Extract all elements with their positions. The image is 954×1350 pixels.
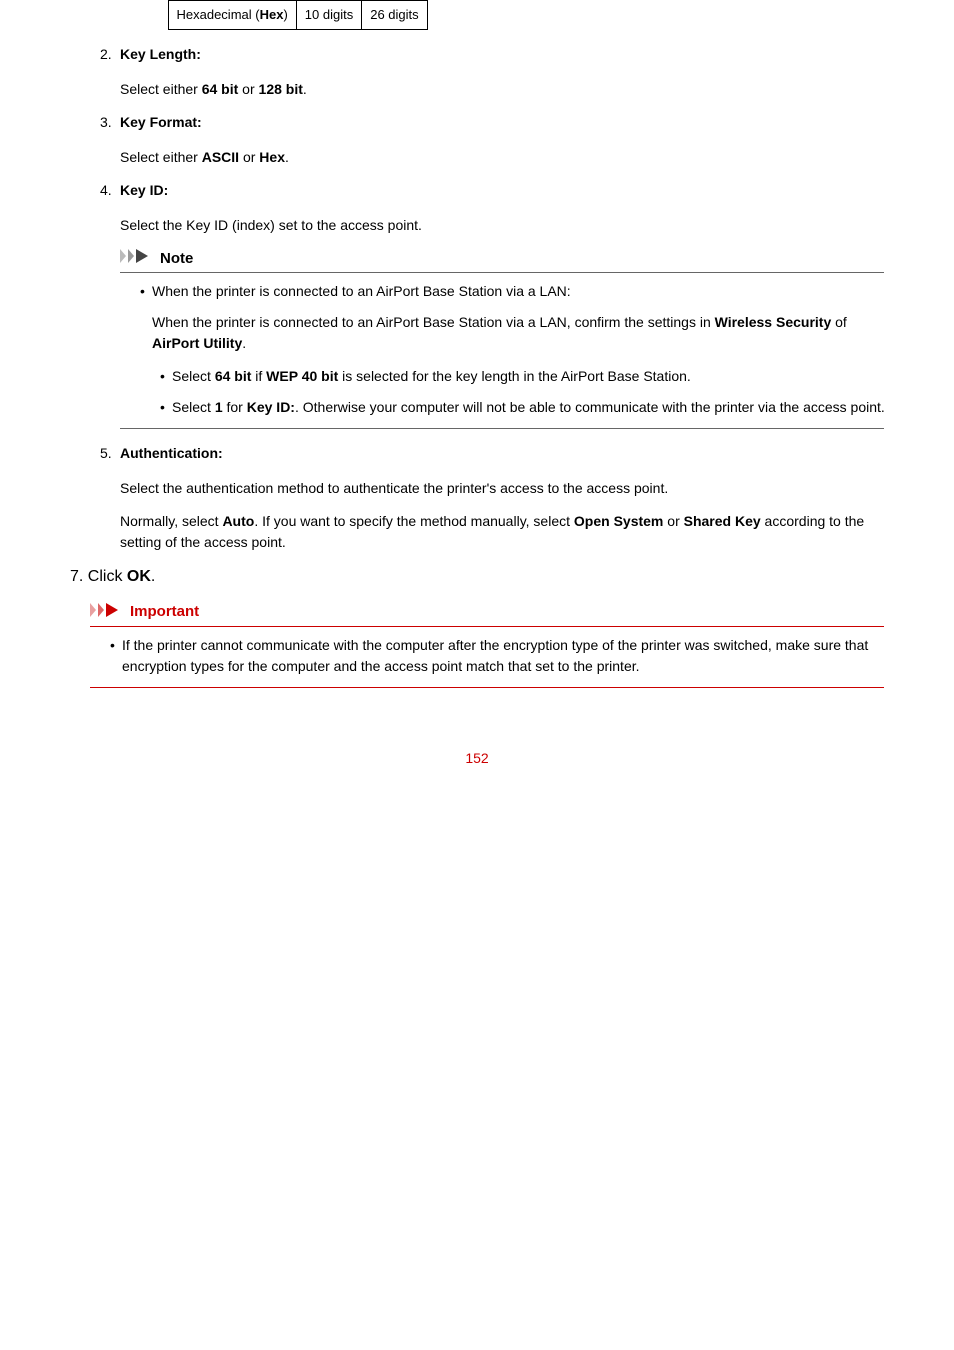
chevron-icon: [120, 248, 156, 269]
key-id-body: Select the Key ID (index) set to the acc…: [120, 215, 894, 236]
item-key-length: 2.Key Length:: [100, 44, 894, 65]
note-line: When the printer is connected to an AirP…: [152, 312, 894, 354]
important-bar: Important: [90, 601, 884, 627]
note-subbullet-2: Select 1 for Key ID:. Otherwise your com…: [160, 397, 894, 418]
chevron-icon: [90, 602, 126, 623]
important-bullet: If the printer cannot communicate with t…: [110, 635, 894, 677]
note-label: Note: [160, 250, 193, 267]
important-label: Important: [130, 603, 199, 620]
note-bullet: When the printer is connected to an AirP…: [140, 281, 894, 302]
item-key-format: 3.Key Format:: [100, 112, 894, 133]
page-number: 152: [60, 748, 894, 769]
note-bar: Note: [120, 248, 884, 274]
auth-body2: Normally, select Auto. If you want to sp…: [120, 511, 894, 553]
empty-cell: [120, 1, 168, 30]
ten-digits-cell: 10 digits: [296, 1, 361, 30]
note-subbullet-1: Select 64 bit if WEP 40 bit is selected …: [160, 366, 894, 387]
key-format-body: Select either ASCII or Hex.: [120, 147, 894, 168]
note-bottom-rule: [120, 428, 884, 429]
key-length-body: Select either 64 bit or 128 bit.: [120, 79, 894, 100]
twentysix-digits-cell: 26 digits: [362, 1, 427, 30]
hex-cell: Hexadecimal (Hex): [168, 1, 296, 30]
hex-table: Hexadecimal (Hex) 10 digits 26 digits: [120, 0, 428, 30]
important-bottom-rule: [90, 687, 884, 688]
item-authentication: 5.Authentication:: [100, 443, 894, 464]
auth-body1: Select the authentication method to auth…: [120, 478, 894, 499]
item-key-id: 4.Key ID:: [100, 180, 894, 201]
step-7: 7. Click OK.: [70, 565, 894, 589]
